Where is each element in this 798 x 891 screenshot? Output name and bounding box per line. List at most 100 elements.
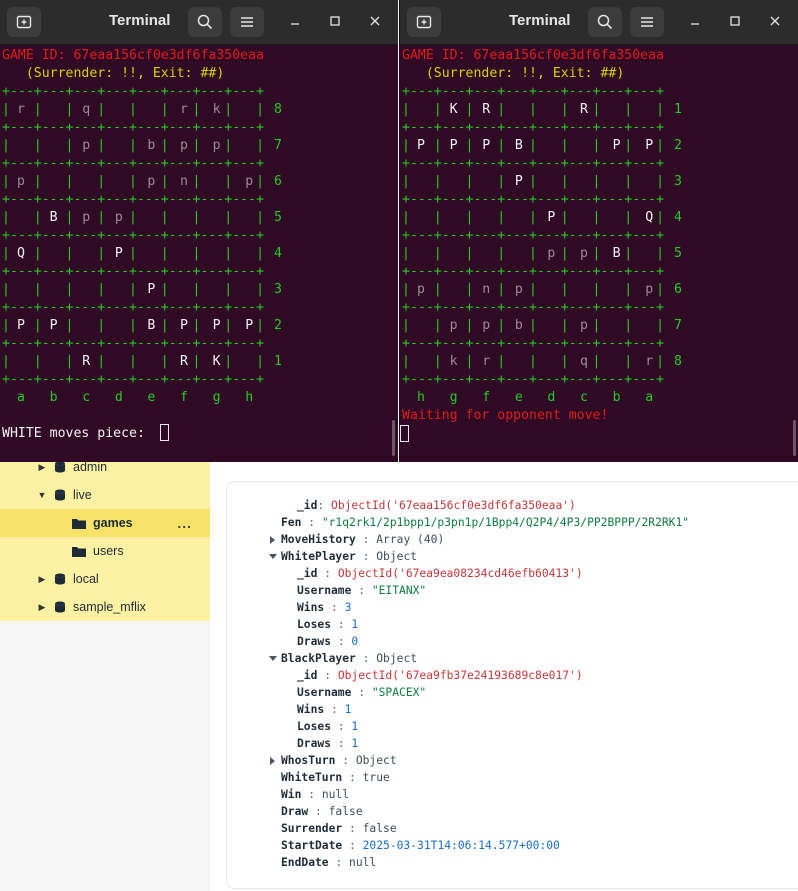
board-border: +---+---+---+---+---+---+---+---+: [2, 228, 265, 243]
file-label: a: [17, 390, 25, 405]
chess-piece: P: [547, 210, 556, 225]
file-label: a: [645, 390, 654, 405]
tree-item-live[interactable]: ▼ live: [0, 481, 210, 509]
tree-item-label: local: [73, 572, 99, 586]
database-icon: [55, 573, 65, 585]
rank-label: 4: [274, 246, 282, 261]
chevron-right-icon[interactable]: ▶: [36, 574, 48, 585]
chess-piece: p: [245, 174, 254, 189]
field-black-draws: Draws : 1: [297, 737, 359, 750]
field-surrender: Surrender : false: [281, 822, 397, 835]
tree-item-games[interactable]: games ...: [0, 509, 210, 537]
hamburger-menu-icon: [641, 17, 653, 27]
board-border: +---+---+---+---+---+---+---+---+: [402, 84, 665, 99]
terminal-cursor[interactable]: [160, 424, 169, 441]
file-label: d: [114, 390, 123, 405]
board-rank-row: | | | | | | | | |: [2, 174, 265, 189]
game-id-line: GAME ID: 67eaa156cf0e3df6fa350eaa: [402, 48, 665, 63]
chess-piece: P: [49, 318, 58, 333]
collapse-arrow-icon[interactable]: [269, 656, 277, 661]
chess-piece: p: [580, 246, 588, 261]
tree-item-sample-mflix[interactable]: ▶ sample_mflix: [0, 593, 210, 621]
board-border: +---+---+---+---+---+---+---+---+: [2, 372, 265, 387]
board-rank-row: | | | | | | | | |: [402, 246, 665, 261]
chess-piece: p: [17, 174, 25, 189]
chess-piece: p: [547, 246, 556, 261]
chess-piece: r: [482, 354, 491, 369]
chess-piece: Q: [17, 246, 25, 261]
search-icon: [597, 14, 613, 30]
menu-button[interactable]: [630, 7, 664, 37]
new-tab-icon: [416, 15, 432, 29]
chess-piece: P: [645, 138, 654, 153]
field-movehistory[interactable]: MoveHistory : Array (40): [281, 532, 444, 548]
field-blackplayer[interactable]: BlackPlayer : Object: [281, 651, 417, 667]
field-whiteplayer[interactable]: WhitePlayer : Object: [281, 549, 417, 565]
scrollbar[interactable]: [392, 420, 395, 456]
rank-label: 1: [274, 354, 282, 369]
board-border: +---+---+---+---+---+---+---+---+: [2, 264, 265, 279]
minimize-icon[interactable]: [687, 13, 703, 29]
scrollbar[interactable]: [793, 420, 796, 456]
more-options-icon[interactable]: ...: [177, 515, 192, 531]
chess-piece: R: [580, 102, 588, 117]
tree-item-label: games: [93, 516, 133, 530]
minimize-icon[interactable]: [287, 13, 303, 29]
close-icon[interactable]: [767, 13, 783, 29]
rank-label: 8: [274, 102, 282, 117]
tree-item-users[interactable]: users: [0, 537, 210, 565]
terminal-window-black[interactable]: Terminal GAME ID: 67eaa156cf0e3df6fa350e…: [399, 0, 798, 462]
rank-label: 6: [674, 282, 682, 297]
chess-piece: b: [514, 318, 523, 333]
chess-piece: B: [612, 246, 621, 261]
search-button[interactable]: [188, 7, 222, 37]
board-border: +---+---+---+---+---+---+---+---+: [2, 156, 265, 171]
board-rank-row: | | | | | | | | |: [2, 318, 265, 333]
chess-piece: P: [417, 138, 425, 153]
chess-piece: P: [180, 318, 188, 333]
document-card[interactable]: _id: ObjectId('67eaa156cf0e3df6fa350eaa'…: [226, 481, 798, 889]
tree-item-local[interactable]: ▶ local: [0, 565, 210, 593]
expand-arrow-icon[interactable]: [270, 536, 275, 544]
new-tab-button[interactable]: [407, 7, 441, 37]
board-rank-row: | | | | | | | | |: [2, 246, 265, 261]
commands-line: (Surrender: !!, Exit: ##): [402, 66, 625, 81]
board-rank-row: | | | | | | | | |: [402, 210, 665, 225]
chevron-down-icon[interactable]: ▼: [36, 490, 48, 500]
tree-item-label: sample_mflix: [73, 600, 146, 614]
new-tab-button[interactable]: [7, 7, 41, 37]
chess-piece: b: [147, 138, 156, 153]
chess-piece: n: [180, 174, 188, 189]
maximize-icon[interactable]: [327, 13, 343, 29]
expand-arrow-icon[interactable]: [270, 757, 275, 765]
chess-piece: p: [147, 174, 156, 189]
new-tab-icon: [16, 15, 32, 29]
chess-piece: P: [449, 138, 458, 153]
chess-piece: R: [180, 354, 188, 369]
terminal-titlebar[interactable]: Terminal: [0, 0, 398, 45]
chess-piece: q: [580, 354, 588, 369]
file-label: c: [82, 390, 91, 405]
terminal-titlebar[interactable]: Terminal: [400, 0, 798, 45]
file-label: f: [180, 390, 188, 405]
field-white-draws: Draws : 0: [297, 635, 359, 648]
chess-piece: r: [645, 354, 654, 369]
field-whosturn[interactable]: WhosTurn : Object: [281, 753, 397, 769]
rank-label: 8: [674, 354, 682, 369]
terminal-window-white[interactable]: Terminal GAME ID: 67eaa156cf0e3df6fa350e…: [0, 0, 398, 462]
maximize-icon[interactable]: [727, 13, 743, 29]
close-icon[interactable]: [367, 13, 383, 29]
database-icon: [55, 489, 65, 501]
file-label: b: [49, 390, 58, 405]
chess-piece: p: [180, 138, 188, 153]
board-rank-row: | | | | | | | | |: [2, 102, 265, 117]
terminal-cursor[interactable]: [400, 425, 409, 442]
search-button[interactable]: [588, 7, 622, 37]
field-white-loses: Loses : 1: [297, 618, 359, 631]
chevron-right-icon[interactable]: ▶: [36, 602, 48, 613]
chevron-right-icon[interactable]: ▶: [36, 462, 48, 473]
file-label: d: [547, 390, 556, 405]
menu-button[interactable]: [230, 7, 264, 37]
collapse-arrow-icon[interactable]: [269, 554, 277, 559]
chess-piece: p: [514, 282, 523, 297]
